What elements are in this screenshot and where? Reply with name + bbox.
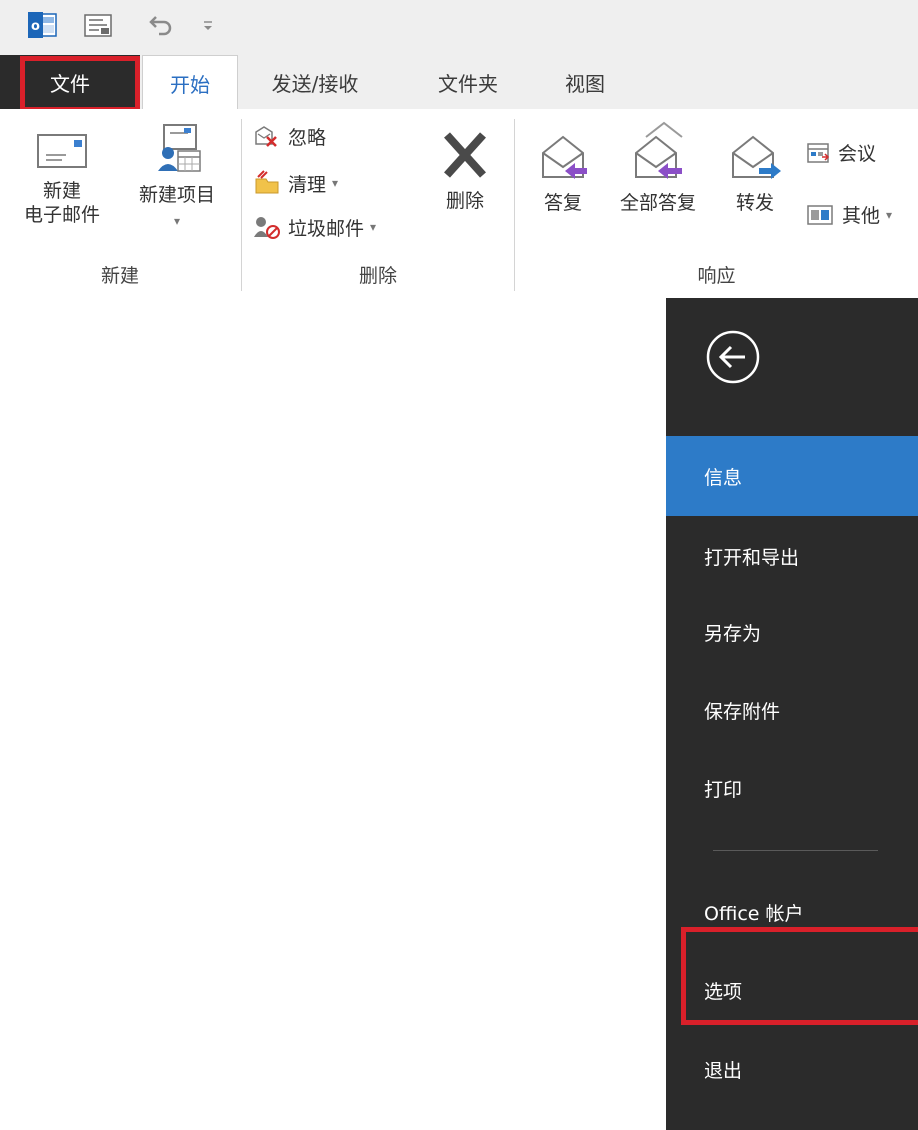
ribbon-home: 新建 电子邮件 新建项目 ▾ 新建 忽略 清理 ▾ 垃圾邮件 ▾ 删除 删除 答… xyxy=(0,109,918,297)
tab-send-receive[interactable]: 发送/接收 xyxy=(250,55,380,109)
backstage-separator xyxy=(713,850,878,851)
clean-up-label: 清理 xyxy=(288,173,327,196)
reply-all-label: 全部答复 xyxy=(619,192,696,214)
tab-home[interactable]: 开始 xyxy=(142,55,238,110)
back-arrow-icon xyxy=(706,330,760,384)
more-respond-button[interactable]: 其他 ▾ xyxy=(806,201,892,228)
junk-icon xyxy=(254,217,280,239)
new-email-label-1: 新建 xyxy=(42,180,81,202)
delete-label: 删除 xyxy=(445,190,484,212)
ribbon-tabs: 文件 开始 发送/接收 文件夹 视图 xyxy=(0,55,918,110)
ignore-icon xyxy=(255,125,277,147)
more-respond-icon xyxy=(807,204,833,225)
reply-button[interactable]: 答复 xyxy=(530,131,596,216)
backstage-item-info[interactable]: 信息 xyxy=(666,436,918,516)
meeting-label: 会议 xyxy=(838,143,877,165)
undo-icon[interactable] xyxy=(146,10,176,40)
meeting-button[interactable]: 会议 xyxy=(806,139,876,166)
new-email-button[interactable]: 新建 电子邮件 xyxy=(2,127,122,228)
backstage-sidebar: 信息 打开和导出 另存为 保存附件 打印 Office 帐户 选项 退出 xyxy=(666,298,918,1130)
new-email-icon xyxy=(37,134,87,168)
svg-text:o: o xyxy=(31,19,40,34)
backstage-item-save-attachments[interactable]: 保存附件 xyxy=(666,670,918,750)
backstage-item-open-export[interactable]: 打开和导出 xyxy=(666,516,918,596)
backstage-item-print[interactable]: 打印 xyxy=(666,748,918,828)
more-respond-dropdown-icon: ▾ xyxy=(886,207,893,222)
new-items-dropdown-icon: ▾ xyxy=(173,214,181,228)
ignore-button[interactable]: 忽略 xyxy=(252,123,326,150)
tab-view[interactable]: 视图 xyxy=(545,55,625,109)
new-items-icon xyxy=(158,124,201,172)
forward-button[interactable]: 转发 xyxy=(722,131,788,216)
new-email-label-2: 电子邮件 xyxy=(23,204,100,226)
group-label-delete: 删除 xyxy=(358,265,397,287)
new-items-label: 新建项目 xyxy=(138,184,215,206)
junk-button[interactable]: 垃圾邮件 ▾ xyxy=(252,213,376,241)
tab-folder[interactable]: 文件夹 xyxy=(418,55,518,109)
customize-qat-icon[interactable] xyxy=(198,10,218,40)
outlook-app-icon[interactable]: o xyxy=(26,10,58,40)
junk-dropdown-icon: ▾ xyxy=(370,220,377,234)
junk-label: 垃圾邮件 xyxy=(288,217,365,240)
reply-all-icon xyxy=(635,121,683,179)
group-label-respond: 响应 xyxy=(697,265,736,287)
backstage-item-office-account[interactable]: Office 帐户 xyxy=(666,872,918,952)
send-receive-all-icon[interactable] xyxy=(80,10,116,40)
meeting-icon xyxy=(807,142,830,163)
ignore-label: 忽略 xyxy=(288,127,327,149)
clean-up-dropdown-icon: ▾ xyxy=(332,176,339,190)
group-label-new: 新建 xyxy=(100,265,139,287)
clean-up-button[interactable]: 清理 ▾ xyxy=(252,169,338,197)
reply-label: 答复 xyxy=(543,192,582,214)
reply-icon xyxy=(542,135,587,179)
forward-label: 转发 xyxy=(735,192,774,214)
tab-file[interactable]: 文件 xyxy=(0,55,140,109)
forward-icon xyxy=(732,135,781,179)
delete-icon xyxy=(444,132,486,178)
clean-up-icon xyxy=(255,170,279,194)
new-items-button[interactable]: 新建项目 ▾ xyxy=(122,121,232,230)
back-button[interactable] xyxy=(704,328,762,386)
reply-all-button[interactable]: 全部答复 xyxy=(608,119,708,216)
quick-access-toolbar: o xyxy=(0,0,918,55)
more-respond-label: 其他 xyxy=(842,205,881,227)
backstage-item-save-as[interactable]: 另存为 xyxy=(666,592,918,672)
delete-button[interactable]: 删除 xyxy=(425,127,505,214)
backstage-item-options[interactable]: 选项 xyxy=(666,950,918,1030)
backstage-item-exit[interactable]: 退出 xyxy=(666,1029,918,1109)
